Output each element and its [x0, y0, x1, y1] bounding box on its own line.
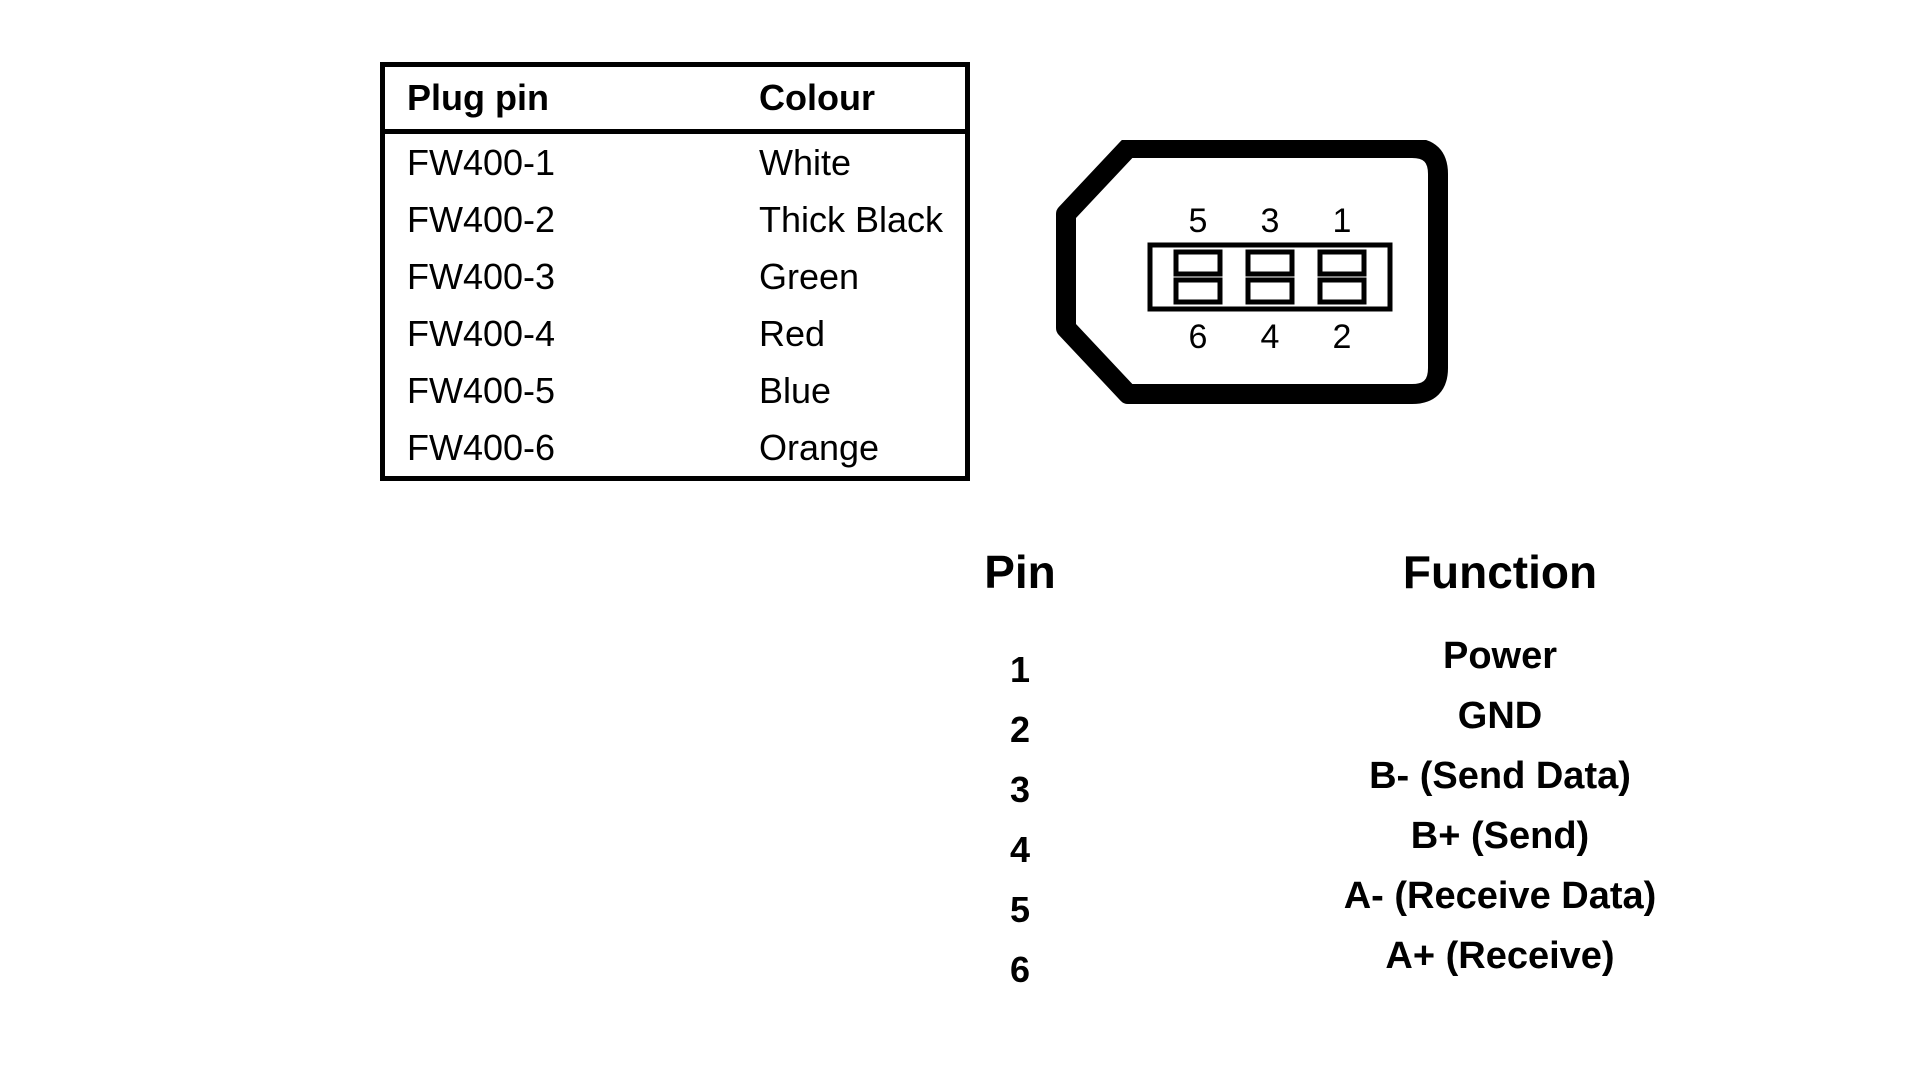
- pin-slot-2: [1317, 277, 1367, 305]
- table-row: FW400-5 Blue: [385, 362, 965, 419]
- pin-number: 6: [1009, 949, 1031, 990]
- pin-function-row: 1 Power: [760, 635, 1760, 695]
- cell-colour: White: [759, 141, 852, 183]
- pin-function: Power: [1442, 635, 1558, 677]
- connector-pin-label-1: 1: [1333, 202, 1352, 240]
- cell-plug-pin: FW400-2: [407, 198, 556, 240]
- cell-colour: Green: [759, 255, 860, 297]
- plug-pin-colour-table-inner: Plug pin Colour FW400-1 White FW400-2 Th…: [385, 67, 965, 476]
- pin-function: A+ (Receive): [1385, 935, 1615, 977]
- table-row: FW400-4 Red: [385, 305, 965, 362]
- cell-colour: Thick Black: [759, 198, 944, 240]
- cell-plug-pin: FW400-3: [407, 255, 556, 297]
- pin-function: B+ (Send): [1410, 815, 1590, 857]
- pin-function: GND: [1457, 695, 1543, 737]
- pin-function-row: 2 GND: [760, 695, 1760, 755]
- pin-slot-3: [1245, 249, 1295, 277]
- cell-plug-pin: FW400-6: [407, 426, 556, 468]
- connector-pin-label-3: 3: [1261, 202, 1280, 240]
- pin-function-header-row: Pin Function: [760, 545, 1760, 615]
- connector-pin-label-2: 2: [1333, 318, 1352, 356]
- pin-function-list: Pin Function 1 Power 2 GND 3 B- (Send Da…: [760, 545, 1760, 995]
- table-header: Plug pin Colour: [385, 67, 965, 134]
- pin-number: 3: [1009, 769, 1031, 810]
- cell-plug-pin: FW400-1: [407, 141, 556, 183]
- column-header-plug-pin: Plug pin: [385, 67, 737, 134]
- pin-slot-1: [1317, 249, 1367, 277]
- column-header-colour: Colour: [737, 67, 965, 134]
- column-header-function: Function: [1402, 546, 1598, 598]
- pin-slot-5: [1173, 249, 1223, 277]
- firewire-connector-svg: 5 3 1 6 4 2: [1056, 140, 1448, 404]
- table-row: FW400-3 Green: [385, 248, 965, 305]
- table-row: FW400-6 Orange: [385, 419, 965, 476]
- pin-function-row: 4 B+ (Send): [760, 815, 1760, 875]
- cell-colour: Red: [759, 312, 826, 354]
- cell-plug-pin: FW400-5: [407, 369, 556, 411]
- pin-function-row: 3 B- (Send Data): [760, 755, 1760, 815]
- table-row: FW400-2 Thick Black: [385, 191, 965, 248]
- pin-number: 5: [1009, 889, 1031, 930]
- cell-colour: Orange: [759, 426, 880, 468]
- pin-function-rows: 1 Power 2 GND 3 B- (Send Data) 4 B+ (Sen…: [760, 635, 1760, 995]
- pin-function: A- (Receive Data): [1343, 875, 1657, 917]
- connector-pin-label-6: 6: [1189, 318, 1208, 356]
- plug-pin-colour-table: Plug pin Colour FW400-1 White FW400-2 Th…: [380, 62, 970, 481]
- pin-slot-6: [1173, 277, 1223, 305]
- firewire-connector-diagram: 5 3 1 6 4 2: [1040, 140, 1460, 410]
- table-body: FW400-1 White FW400-2 Thick Black FW400-…: [385, 132, 965, 477]
- pin-function-row: 6 A+ (Receive): [760, 935, 1760, 995]
- connector-pin-label-4: 4: [1261, 318, 1280, 356]
- pin-number: 4: [1009, 829, 1031, 870]
- table-header-row: Plug pin Colour: [385, 67, 965, 134]
- pin-slot-4: [1245, 277, 1295, 305]
- column-header-pin: Pin: [984, 546, 1056, 598]
- table-row: FW400-1 White: [385, 132, 965, 192]
- cell-colour: Blue: [759, 369, 832, 411]
- pin-function: B- (Send Data): [1369, 755, 1631, 797]
- pin-number: 2: [1009, 709, 1031, 750]
- pin-number: 1: [1009, 649, 1031, 690]
- cell-plug-pin: FW400-4: [407, 312, 556, 354]
- pin-function-row: 5 A- (Receive Data): [760, 875, 1760, 935]
- connector-pin-label-5: 5: [1189, 202, 1208, 240]
